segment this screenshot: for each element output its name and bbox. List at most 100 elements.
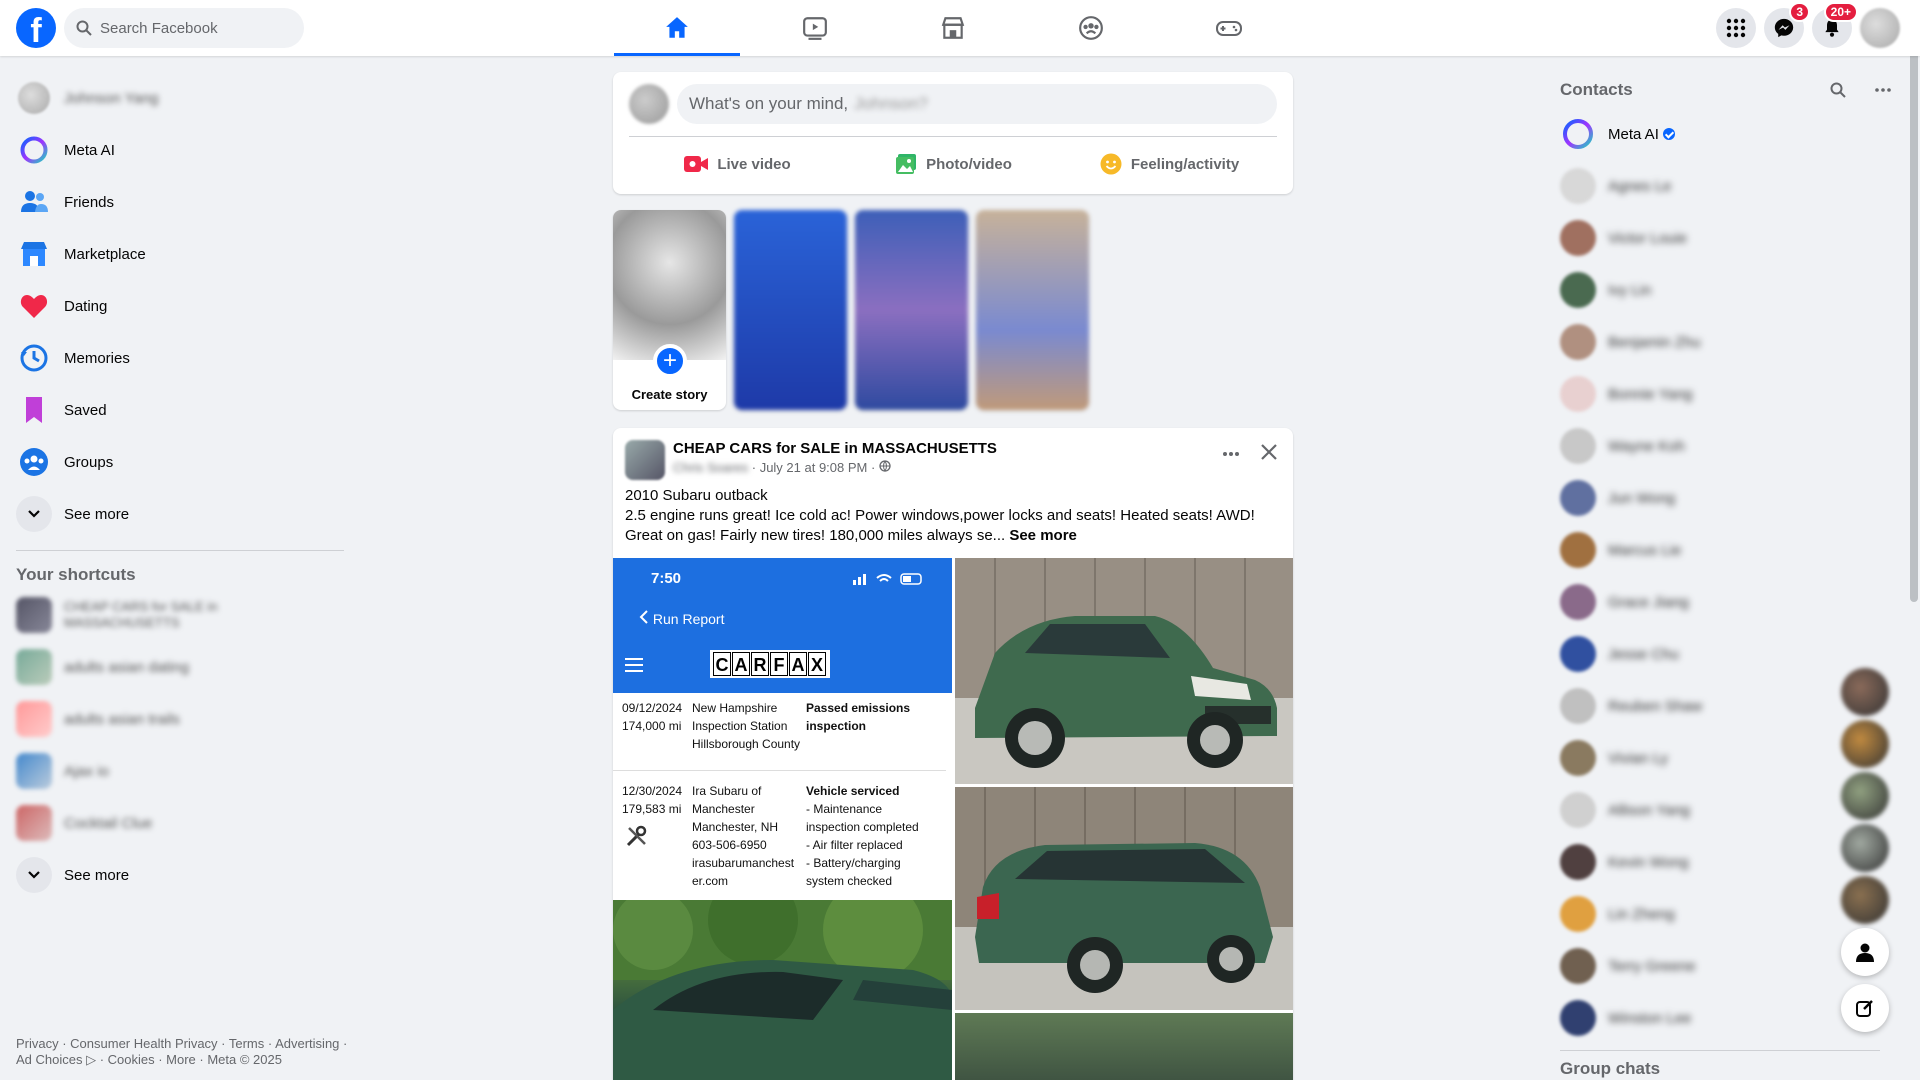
chat-head-avatar[interactable]: [1841, 668, 1889, 716]
search-input[interactable]: [100, 19, 290, 37]
see-more-button[interactable]: See more: [8, 488, 344, 540]
contact-item[interactable]: Victor Louie: [1560, 212, 1900, 264]
car-photo-front[interactable]: [955, 558, 1293, 784]
new-contact-button[interactable]: [1841, 928, 1889, 976]
car-photo-illustration: [613, 900, 952, 1080]
contact-item[interactable]: Ivy Lin: [1560, 264, 1900, 316]
footer-links[interactable]: Privacy · Consumer Health Privacy · Term…: [16, 1036, 356, 1068]
group-avatar[interactable]: [625, 440, 665, 480]
story-card[interactable]: [734, 210, 847, 410]
car-photo-illustration: [955, 787, 1293, 1010]
composer-input[interactable]: What's on your mind, Johnson?: [677, 84, 1277, 124]
facebook-logo[interactable]: f: [16, 8, 56, 48]
post-options-button[interactable]: [1221, 444, 1241, 469]
contact-item[interactable]: Agnes Le: [1560, 160, 1900, 212]
sidebar-item-meta-ai[interactable]: Meta AI: [8, 124, 344, 176]
story-card[interactable]: [855, 210, 968, 410]
see-more-link[interactable]: See more: [1005, 527, 1077, 544]
group-chats-title: Group chats: [1560, 1059, 1661, 1078]
top-navigation-bar: f 3: [0, 0, 1920, 56]
smiley-icon: [1100, 153, 1122, 175]
sidebar-item-memories[interactable]: Memories: [8, 332, 344, 384]
globe-icon: [879, 460, 891, 472]
sidebar-item-friends[interactable]: Friends: [8, 176, 344, 228]
shortcut-item[interactable]: adults asian dating: [8, 641, 344, 693]
sidebar-item-profile[interactable]: Johnson Yang: [8, 72, 344, 124]
feeling-activity-button[interactable]: Feeling/activity: [1061, 144, 1277, 184]
contact-item[interactable]: Jun Wong: [1560, 472, 1900, 524]
notifications-button[interactable]: 20+: [1812, 2, 1858, 48]
sidebar-item-label: Marketplace: [64, 245, 146, 263]
menu-button[interactable]: [1716, 8, 1756, 48]
shortcut-item[interactable]: CHEAP CARS for SALE in MASSACHUSETTS: [8, 589, 344, 641]
shortcut-item[interactable]: Cocktail Clue: [8, 797, 344, 849]
tab-groups[interactable]: [1028, 0, 1154, 56]
phone-time: 7:50: [651, 570, 682, 587]
search-box[interactable]: [64, 8, 304, 48]
memories-clock-icon: [20, 344, 48, 372]
hide-post-button[interactable]: [1259, 442, 1279, 467]
contact-meta-ai[interactable]: Meta AI: [1560, 108, 1900, 160]
post-timestamp[interactable]: · July 21 at 9:08 PM ·: [748, 460, 879, 475]
shortcut-item[interactable]: Ajax io: [8, 745, 344, 797]
chat-head-avatar[interactable]: [1841, 824, 1889, 872]
shortcuts-see-more-button[interactable]: See more: [8, 849, 344, 901]
video-icon: [803, 17, 827, 40]
page-scrollbar[interactable]: [1908, 0, 1920, 1080]
sidebar-item-saved[interactable]: Saved: [8, 384, 344, 436]
contact-name: Allison Yang: [1608, 801, 1691, 819]
tab-home[interactable]: [614, 0, 740, 56]
shortcut-label: CHEAP CARS for SALE in MASSACHUSETTS: [64, 599, 218, 630]
shortcut-label: Cocktail Clue: [64, 814, 153, 832]
car-photo-extra[interactable]: [955, 1013, 1293, 1080]
contacts-divider: [1560, 1050, 1880, 1051]
live-video-button[interactable]: Live video: [629, 144, 845, 184]
composer-prompt-text: What's on your mind,: [689, 94, 849, 113]
sidebar-item-dating[interactable]: Dating: [8, 280, 344, 332]
sidebar-divider: [16, 550, 344, 551]
contact-item[interactable]: Grace Jiang: [1560, 576, 1900, 628]
sidebar-item-groups[interactable]: Groups: [8, 436, 344, 488]
contact-item[interactable]: Marcus Lie: [1560, 524, 1900, 576]
compose-icon: [1856, 1000, 1873, 1017]
create-story-card[interactable]: + Create story: [613, 210, 726, 410]
composer-avatar[interactable]: [629, 84, 669, 124]
post-author[interactable]: Chris Soares: [673, 460, 748, 475]
contact-avatar: [1560, 844, 1596, 880]
messenger-button[interactable]: 3: [1764, 2, 1810, 48]
car-photo-illustration: [955, 558, 1293, 784]
tab-video[interactable]: [752, 0, 878, 56]
contact-name: Reuben Shaw: [1608, 697, 1703, 715]
chat-head-avatar[interactable]: [1841, 772, 1889, 820]
contact-item[interactable]: Wayne Koh: [1560, 420, 1900, 472]
account-avatar[interactable]: [1860, 8, 1900, 48]
more-horizontal-icon[interactable]: [1874, 81, 1892, 99]
plus-icon[interactable]: +: [653, 344, 687, 378]
car-photo-rear[interactable]: [955, 787, 1293, 1010]
contact-item[interactable]: Bonnie Yang: [1560, 368, 1900, 420]
left-sidebar: Johnson Yang Meta AI Friends Marketplace…: [8, 72, 344, 901]
chat-head-avatar[interactable]: [1841, 876, 1889, 924]
tab-marketplace[interactable]: [890, 0, 1016, 56]
contact-avatar: [1560, 688, 1596, 724]
chat-head-avatar[interactable]: [1841, 720, 1889, 768]
sidebar-item-marketplace[interactable]: Marketplace: [8, 228, 344, 280]
shortcut-item[interactable]: adults asian trails: [8, 693, 344, 745]
live-video-icon: [684, 156, 709, 172]
footer-line-2[interactable]: Ad Choices ▷ · Cookies · More · Meta © 2…: [16, 1052, 356, 1068]
contact-item[interactable]: Benjamin Zhu: [1560, 316, 1900, 368]
chevron-down-icon: [28, 510, 40, 518]
record-1-place: New Hampshire Inspection Station Hillsboro…: [692, 701, 801, 751]
post-group-name[interactable]: CHEAP CARS for SALE in MASSACHUSETTS: [673, 440, 997, 457]
shortcut-thumbnail: [16, 701, 52, 737]
story-card[interactable]: [976, 210, 1089, 410]
photo-video-button[interactable]: Photo/video: [845, 144, 1061, 184]
scrollbar-thumb[interactable]: [1910, 2, 1918, 602]
search-icon[interactable]: [1830, 82, 1846, 98]
car-photo-outdoor[interactable]: [613, 900, 952, 1080]
carfax-screenshot-photo[interactable]: 7:50 Run Report CARFAX 09/12/2024 174,000…: [613, 558, 952, 897]
shortcut-label: Ajax io: [64, 762, 110, 780]
new-message-button[interactable]: [1841, 984, 1889, 1032]
footer-line-1[interactable]: Privacy · Consumer Health Privacy · Term…: [16, 1036, 356, 1052]
tab-gaming[interactable]: [1166, 0, 1292, 56]
